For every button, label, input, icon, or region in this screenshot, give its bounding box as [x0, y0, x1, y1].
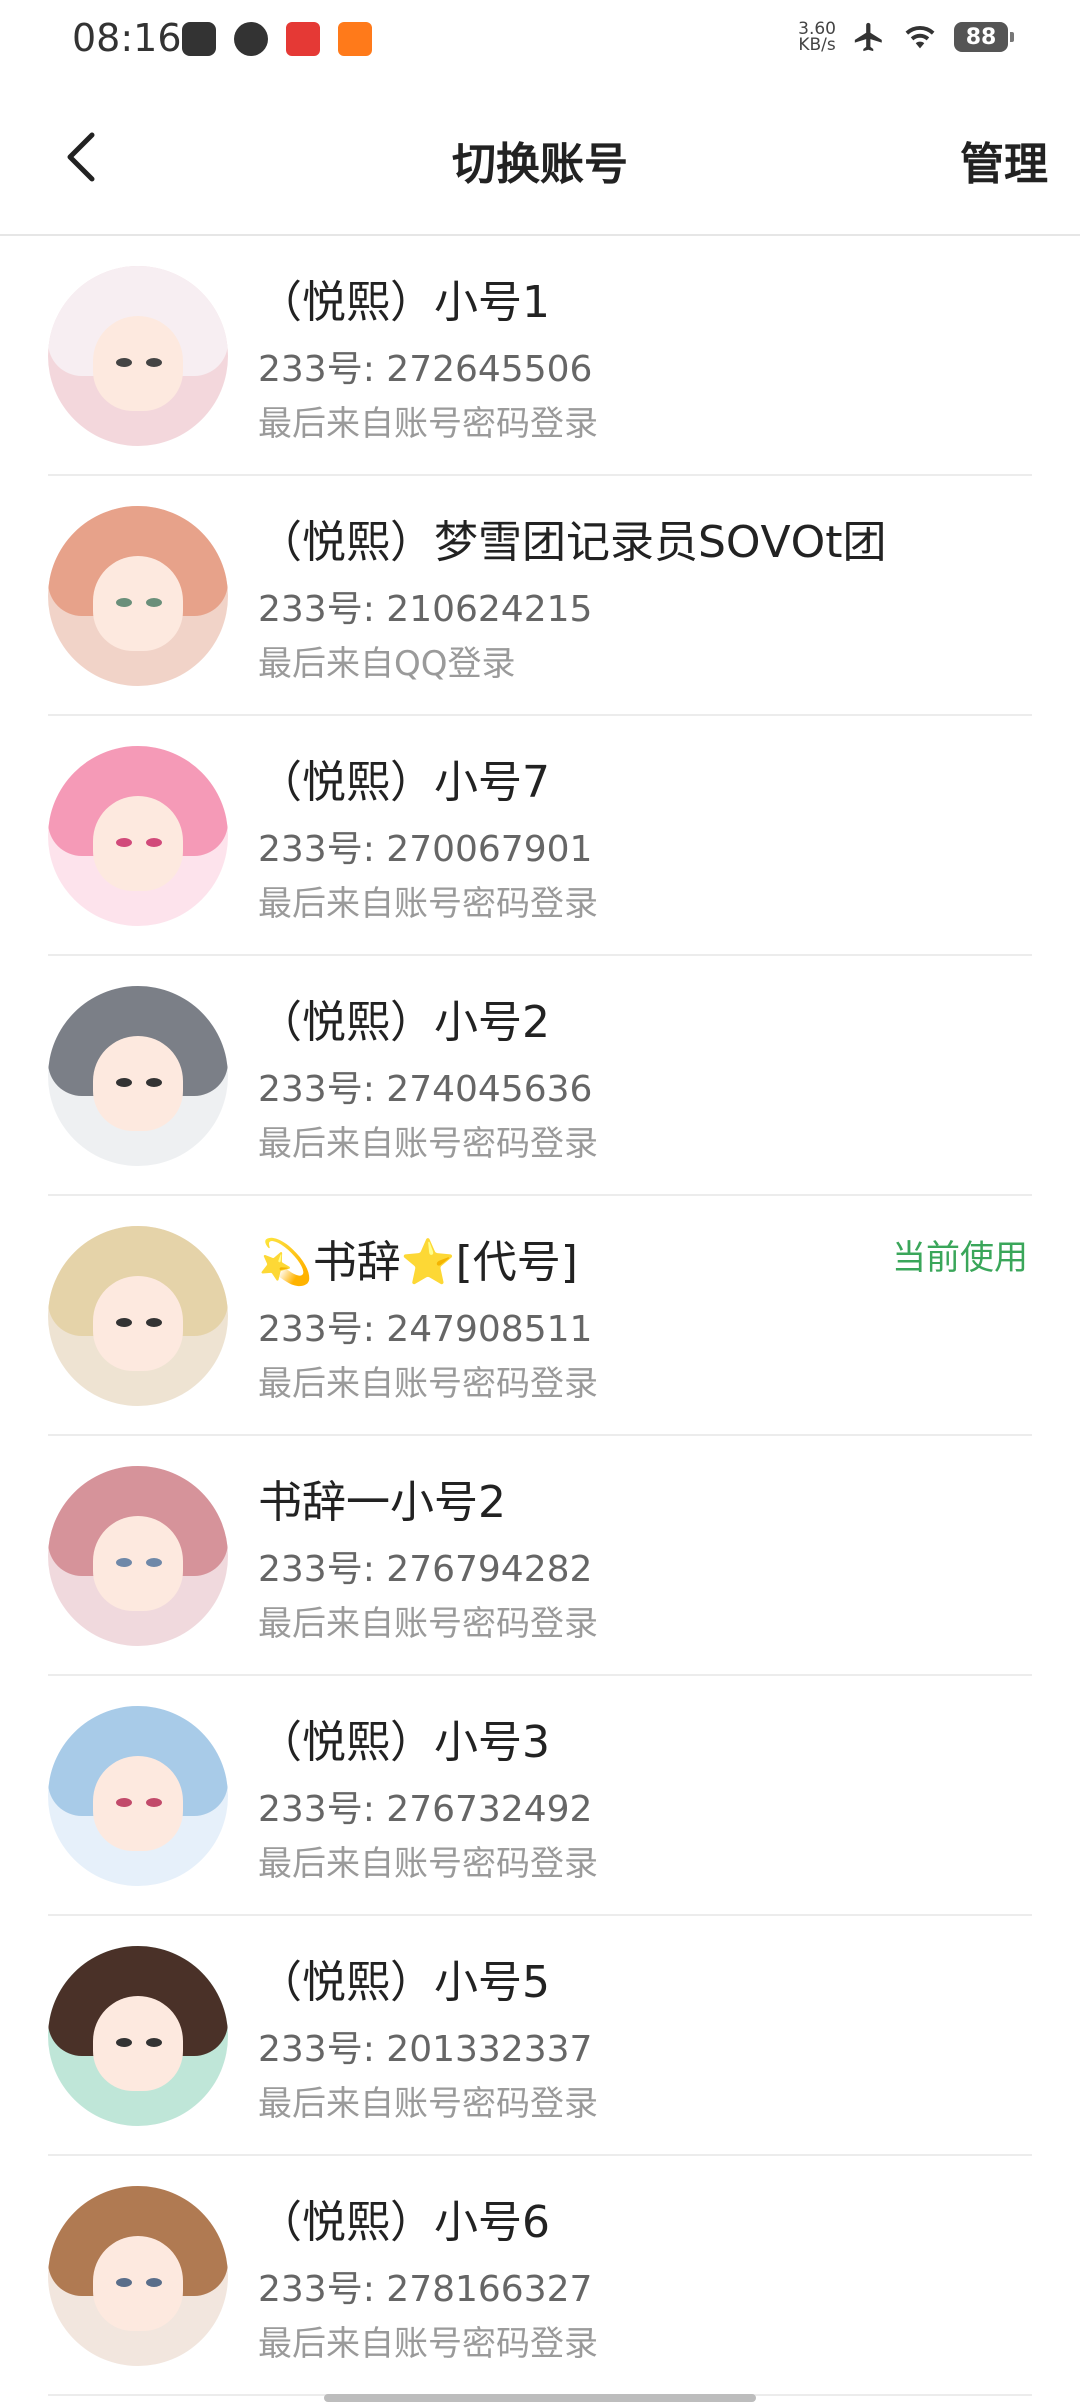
avatar [48, 266, 228, 446]
account-name: 💫书辞⭐[代号] [258, 1237, 578, 1288]
avatar-eye [146, 1798, 162, 1807]
app-notification-icon [182, 22, 216, 56]
account-login-method: 最后来自账号密码登录 [258, 404, 598, 444]
account-id: 233号: 276732492 [258, 1789, 593, 1830]
avatar-eye [146, 1558, 162, 1567]
avatar-eye [146, 2278, 162, 2287]
account-item[interactable]: （悦熙）小号1 233号: 272645506 最后来自账号密码登录 [0, 236, 1080, 476]
system-icons: 3.60 KB/s 88 [798, 20, 1014, 55]
account-name: （悦熙）小号6 [258, 2197, 550, 2248]
account-login-method: 最后来自账号密码登录 [258, 884, 598, 924]
avatar-eye [116, 598, 132, 607]
network-speed: 3.60 KB/s [798, 21, 836, 55]
red-app-icon [286, 22, 320, 56]
status-time: 08:16 [72, 16, 182, 60]
account-id: 233号: 272645506 [258, 349, 593, 390]
account-item[interactable]: 书辞一小号2 233号: 276794282 最后来自账号密码登录 [0, 1436, 1080, 1676]
manage-button[interactable]: 管理 [960, 128, 1048, 192]
avatar-face [93, 1276, 183, 1371]
avatar-eye [146, 1318, 162, 1327]
account-item[interactable]: 💫书辞⭐[代号] 233号: 247908511 最后来自账号密码登录 当前使用 [0, 1196, 1080, 1436]
account-name: （悦熙）小号2 [258, 997, 550, 1048]
account-id: 233号: 276794282 [258, 1549, 593, 1590]
account-name: （悦熙）小号5 [258, 1957, 550, 2008]
account-item[interactable]: （悦熙）小号6 233号: 278166327 最后来自账号密码登录 [0, 2156, 1080, 2396]
avatar-eye [116, 1318, 132, 1327]
avatar [48, 2186, 228, 2366]
avatar-face [93, 2236, 183, 2331]
account-item[interactable]: （悦熙）小号2 233号: 274045636 最后来自账号密码登录 [0, 956, 1080, 1196]
account-item[interactable]: （悦熙）梦雪团记录员SOⅤOt团 233号: 210624215 最后来自QQ登… [0, 476, 1080, 716]
avatar-face [93, 1756, 183, 1851]
avatar-eye [116, 1078, 132, 1087]
avatar-eye [116, 838, 132, 847]
avatar-eye [146, 2038, 162, 2047]
account-item[interactable]: （悦熙）小号3 233号: 276732492 最后来自账号密码登录 [0, 1676, 1080, 1916]
avatar [48, 1466, 228, 1646]
account-item[interactable]: （悦熙）小号7 233号: 270067901 最后来自账号密码登录 [0, 716, 1080, 956]
account-login-method: 最后来自账号密码登录 [258, 2324, 598, 2364]
account-id: 233号: 278166327 [258, 2269, 593, 2310]
account-login-method: 最后来自账号密码登录 [258, 1604, 598, 1644]
avatar-eye [116, 1798, 132, 1807]
avatar-face [93, 556, 183, 651]
account-name: 书辞一小号2 [258, 1477, 506, 1528]
avatar-eye [116, 358, 132, 367]
account-name: （悦熙）小号7 [258, 757, 550, 808]
avatar-eye [146, 358, 162, 367]
account-id: 233号: 247908511 [258, 1309, 593, 1350]
notification-icons [182, 22, 372, 56]
avatar-eye [146, 598, 162, 607]
account-login-method: 最后来自账号密码登录 [258, 2084, 598, 2124]
avatar [48, 746, 228, 926]
battery-indicator: 88 [954, 22, 1014, 52]
header: 切换账号 管理 [0, 80, 1080, 236]
avatar [48, 1706, 228, 1886]
airplane-icon [854, 22, 882, 52]
account-login-method: 最后来自账号密码登录 [258, 1364, 598, 1404]
orange-app-icon [338, 22, 372, 56]
avatar-face [93, 1516, 183, 1611]
status-bar: 08:16 3.60 KB/s 88 [0, 0, 1080, 80]
network-speed-unit: KB/s [798, 35, 836, 55]
avatar [48, 1226, 228, 1406]
avatar [48, 506, 228, 686]
account-name: （悦熙）小号1 [258, 277, 550, 328]
account-name: （悦熙）小号3 [258, 1717, 550, 1768]
account-list: （悦熙）小号1 233号: 272645506 最后来自账号密码登录 （悦熙）梦… [0, 236, 1080, 2396]
avatar [48, 1946, 228, 2126]
account-login-method: 最后来自QQ登录 [258, 644, 516, 684]
speedometer-icon [234, 22, 268, 56]
wifi-icon [905, 25, 935, 49]
avatar-eye [116, 2038, 132, 2047]
avatar-eye [146, 1078, 162, 1087]
avatar-face [93, 316, 183, 411]
avatar-eye [116, 2278, 132, 2287]
avatar-face [93, 796, 183, 891]
home-indicator[interactable] [324, 2394, 756, 2402]
avatar-eye [146, 838, 162, 847]
account-login-method: 最后来自账号密码登录 [258, 1844, 598, 1884]
account-id: 233号: 201332337 [258, 2029, 593, 2070]
account-id: 233号: 274045636 [258, 1069, 593, 1110]
current-account-badge: 当前使用 [892, 1238, 1028, 1278]
account-id: 233号: 270067901 [258, 829, 593, 870]
page-title: 切换账号 [452, 139, 628, 190]
account-item[interactable]: （悦熙）小号5 233号: 201332337 最后来自账号密码登录 [0, 1916, 1080, 2156]
avatar-face [93, 1996, 183, 2091]
avatar-eye [116, 1558, 132, 1567]
account-login-method: 最后来自账号密码登录 [258, 1124, 598, 1164]
avatar [48, 986, 228, 1166]
account-name: （悦熙）梦雪团记录员SOⅤOt团 [258, 517, 887, 568]
account-id: 233号: 210624215 [258, 589, 593, 630]
avatar-face [93, 1036, 183, 1131]
